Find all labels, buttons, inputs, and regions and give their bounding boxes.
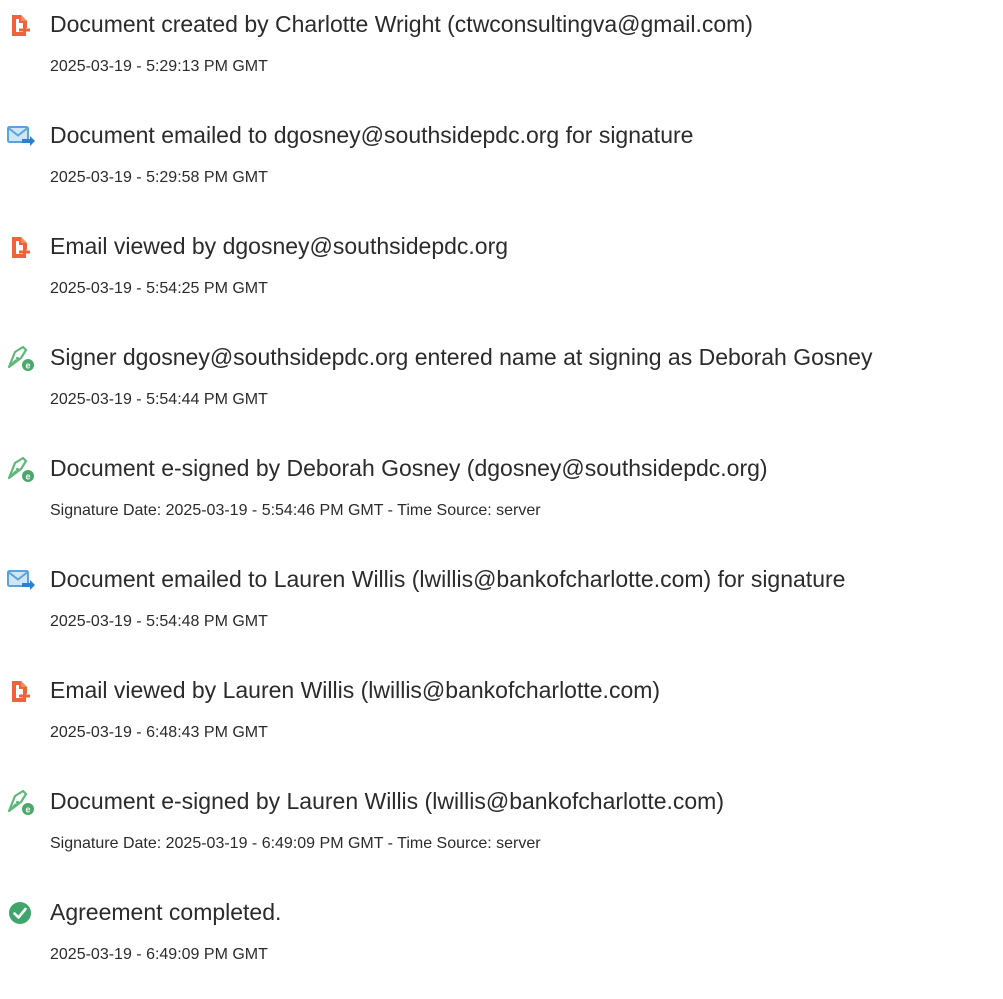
esign-pen-icon: e	[6, 454, 36, 484]
entry-signature-date: Signature Date: 2025-03-19 - 6:49:09 PM …	[50, 835, 541, 852]
document-created-icon	[6, 10, 36, 40]
completed-check-icon	[6, 898, 36, 928]
entry-title: Email viewed by Lauren Willis (lwillis@b…	[50, 677, 661, 703]
svg-text:e: e	[25, 361, 30, 371]
entry-title: Signer dgosney@southsidepdc.org entered …	[50, 344, 873, 370]
document-viewed-icon	[6, 676, 36, 706]
entry-timestamp: 2025-03-19 - 5:29:58 PM GMT	[50, 169, 268, 186]
audit-entry: Document emailed to Lauren Willis (lwill…	[0, 555, 1003, 666]
entry-timestamp: 2025-03-19 - 6:48:43 PM GMT	[50, 724, 268, 741]
audit-log: Document created by Charlotte Wright (ct…	[0, 0, 1003, 999]
entry-timestamp: 2025-03-19 - 5:54:44 PM GMT	[50, 391, 268, 408]
entry-title: Document emailed to dgosney@southsidepdc…	[50, 122, 694, 148]
audit-entry: e Signer dgosney@southsidepdc.org entere…	[0, 333, 1003, 444]
entry-timestamp: 2025-03-19 - 5:29:13 PM GMT	[50, 58, 268, 75]
entry-signature-date: Signature Date: 2025-03-19 - 5:54:46 PM …	[50, 502, 541, 519]
audit-entry: Email viewed by dgosney@southsidepdc.org…	[0, 222, 1003, 333]
entry-title: Document emailed to Lauren Willis (lwill…	[50, 566, 846, 592]
entry-title: Document created by Charlotte Wright (ct…	[50, 11, 753, 37]
entry-title: Document e-signed by Lauren Willis (lwil…	[50, 788, 724, 814]
audit-entry: e Document e-signed by Deborah Gosney (d…	[0, 444, 1003, 555]
audit-entry: Document emailed to dgosney@southsidepdc…	[0, 111, 1003, 222]
document-viewed-icon	[6, 232, 36, 262]
audit-entry: e Document e-signed by Lauren Willis (lw…	[0, 777, 1003, 888]
entry-title: Agreement completed.	[50, 899, 282, 925]
entry-timestamp: 2025-03-19 - 6:49:09 PM GMT	[50, 946, 268, 963]
svg-text:e: e	[25, 472, 30, 482]
entry-title: Document e-signed by Deborah Gosney (dgo…	[50, 455, 768, 481]
esign-pen-icon: e	[6, 343, 36, 373]
email-sent-icon	[6, 565, 36, 595]
audit-entry: Agreement completed. 2025-03-19 - 6:49:0…	[0, 888, 1003, 999]
entry-timestamp: 2025-03-19 - 5:54:48 PM GMT	[50, 613, 268, 630]
esign-pen-icon: e	[6, 787, 36, 817]
entry-title: Email viewed by dgosney@southsidepdc.org	[50, 233, 509, 259]
audit-entry: Document created by Charlotte Wright (ct…	[0, 0, 1003, 111]
email-sent-icon	[6, 121, 36, 151]
entry-timestamp: 2025-03-19 - 5:54:25 PM GMT	[50, 280, 268, 297]
audit-entry: Email viewed by Lauren Willis (lwillis@b…	[0, 666, 1003, 777]
svg-text:e: e	[25, 805, 30, 815]
